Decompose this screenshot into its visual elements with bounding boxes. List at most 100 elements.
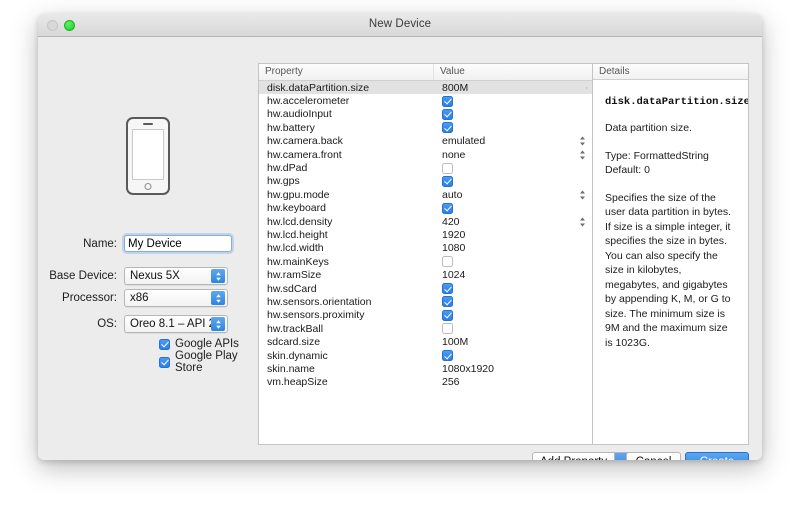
google-apis-checkbox[interactable] bbox=[159, 338, 170, 350]
table-row[interactable]: hw.camera.front none bbox=[259, 148, 592, 161]
table-row[interactable]: hw.sensors.orientation bbox=[259, 295, 592, 308]
table-row[interactable]: skin.name 1080x1920 bbox=[259, 362, 592, 375]
cell-value[interactable] bbox=[434, 256, 592, 268]
cell-value[interactable] bbox=[434, 202, 592, 214]
table-row[interactable]: vm.heapSize 256 bbox=[259, 376, 592, 389]
google-play-store-checkbox[interactable] bbox=[159, 356, 170, 368]
value-checkbox[interactable] bbox=[442, 323, 453, 335]
table-header: Property Value bbox=[259, 64, 592, 81]
cell-value[interactable]: 256 bbox=[434, 376, 592, 388]
stepper-icon[interactable] bbox=[579, 189, 586, 200]
cell-value[interactable]: 1080x1920 bbox=[434, 363, 592, 375]
details-body: disk.dataPartition.size Data partition s… bbox=[593, 80, 748, 444]
cell-value[interactable] bbox=[434, 350, 592, 361]
value-checkbox[interactable] bbox=[442, 283, 453, 295]
table-row[interactable]: hw.sdCard bbox=[259, 282, 592, 295]
table-row[interactable]: hw.battery bbox=[259, 121, 592, 134]
value-text: 800M bbox=[442, 81, 469, 94]
stepper-icon[interactable] bbox=[579, 136, 586, 147]
cell-value[interactable] bbox=[434, 283, 592, 295]
value-text: 1920 bbox=[442, 228, 466, 241]
table-row[interactable]: hw.keyboard bbox=[259, 202, 592, 215]
cancel-button[interactable]: Cancel bbox=[626, 452, 681, 460]
properties-area: Property Value disk.dataPartition.size 80… bbox=[258, 63, 762, 460]
properties-table: Property Value disk.dataPartition.size 80… bbox=[258, 63, 749, 445]
cell-value[interactable] bbox=[434, 95, 592, 107]
cell-value[interactable] bbox=[434, 309, 592, 321]
cell-value[interactable] bbox=[434, 108, 592, 120]
cell-value[interactable]: 1024 bbox=[434, 269, 592, 281]
value-checkbox[interactable] bbox=[442, 108, 453, 120]
name-label: Name: bbox=[83, 237, 117, 250]
cell-value[interactable] bbox=[434, 122, 592, 134]
cell-value[interactable]: none bbox=[434, 149, 592, 161]
cell-property: hw.keyboard bbox=[267, 202, 326, 215]
new-device-window: New Device Name: Base Device: Nexus 5X bbox=[38, 14, 762, 460]
table-row[interactable]: hw.ramSize 1024 bbox=[259, 268, 592, 281]
table-row[interactable]: hw.lcd.width 1080 bbox=[259, 242, 592, 255]
google-apis-checkbox-row[interactable]: Google APIs bbox=[159, 338, 239, 350]
os-select[interactable]: Oreo 8.1 – API 27 bbox=[124, 315, 228, 333]
create-button[interactable]: Create bbox=[685, 452, 749, 460]
value-checkbox[interactable] bbox=[442, 162, 453, 174]
table-row[interactable]: hw.lcd.height 1920 bbox=[259, 228, 592, 241]
cell-value[interactable]: 1920 bbox=[434, 229, 592, 241]
cell-property: hw.camera.front bbox=[267, 148, 342, 161]
table-row[interactable]: sdcard.size 100M bbox=[259, 335, 592, 348]
google-apis-label: Google APIs bbox=[175, 338, 239, 350]
value-checkbox[interactable] bbox=[442, 309, 453, 321]
value-checkbox[interactable] bbox=[442, 202, 453, 214]
cell-value[interactable]: auto bbox=[434, 189, 592, 201]
table-row[interactable]: hw.accelerometer bbox=[259, 94, 592, 107]
table-row[interactable]: hw.dPad bbox=[259, 161, 592, 174]
value-text: auto bbox=[442, 188, 463, 201]
table-row[interactable]: hw.trackBall bbox=[259, 322, 592, 335]
window-body: Name: Base Device: Nexus 5X Processor: x… bbox=[38, 37, 762, 460]
base-device-select[interactable]: Nexus 5X bbox=[124, 267, 228, 285]
table-row[interactable]: hw.gpu.mode auto bbox=[259, 188, 592, 201]
value-checkbox[interactable] bbox=[442, 175, 453, 187]
column-header-property[interactable]: Property bbox=[259, 64, 434, 80]
value-checkbox[interactable] bbox=[442, 122, 453, 134]
add-property-button[interactable]: Add Property bbox=[532, 452, 632, 460]
phone-icon bbox=[126, 117, 170, 195]
os-value: Oreo 8.1 – API 27 bbox=[130, 318, 222, 330]
value-text: emulated bbox=[442, 135, 486, 148]
table-row[interactable]: hw.lcd.density 420 bbox=[259, 215, 592, 228]
table-row[interactable]: hw.sensors.proximity bbox=[259, 309, 592, 322]
cell-property: hw.dPad bbox=[267, 162, 308, 175]
cell-value[interactable] bbox=[434, 323, 592, 335]
value-text: none bbox=[442, 148, 466, 161]
cell-value[interactable] bbox=[434, 175, 592, 187]
stepper-icon[interactable] bbox=[579, 216, 586, 227]
value-checkbox[interactable] bbox=[442, 296, 453, 308]
cell-value[interactable] bbox=[434, 296, 592, 308]
cell-value[interactable]: 420 bbox=[434, 216, 592, 228]
name-input[interactable] bbox=[124, 235, 232, 252]
value-checkbox[interactable] bbox=[442, 350, 453, 361]
processor-select[interactable]: x86 bbox=[124, 289, 228, 307]
stepper-icon[interactable] bbox=[579, 149, 586, 160]
cell-value[interactable]: emulated bbox=[434, 135, 592, 147]
cell-value[interactable] bbox=[434, 162, 592, 174]
cell-property: hw.battery bbox=[267, 121, 315, 134]
table-row[interactable]: skin.dynamic bbox=[259, 349, 592, 362]
name-field-row: Name: bbox=[42, 235, 232, 252]
table-row[interactable]: disk.dataPartition.size 800M · bbox=[259, 81, 592, 95]
cell-value[interactable]: 100M bbox=[434, 336, 592, 348]
table-row[interactable]: hw.camera.back emulated bbox=[259, 135, 592, 148]
cell-value[interactable]: 1080 bbox=[434, 242, 592, 254]
table-row[interactable]: hw.audioInput bbox=[259, 108, 592, 121]
cell-property: hw.gps bbox=[267, 175, 300, 188]
cell-property: hw.lcd.density bbox=[267, 215, 333, 228]
cell-value[interactable]: 800M · bbox=[434, 82, 592, 94]
table-row[interactable]: hw.gps bbox=[259, 175, 592, 188]
google-play-store-checkbox-row[interactable]: Google Play Store bbox=[159, 350, 258, 374]
cell-property: vm.heapSize bbox=[267, 376, 328, 389]
window-titlebar: New Device bbox=[38, 14, 762, 37]
value-checkbox[interactable] bbox=[442, 256, 453, 268]
column-header-value[interactable]: Value bbox=[434, 64, 592, 80]
table-row[interactable]: hw.mainKeys bbox=[259, 255, 592, 268]
value-checkbox[interactable] bbox=[442, 95, 453, 107]
device-form-panel: Name: Base Device: Nexus 5X Processor: x… bbox=[38, 37, 258, 460]
